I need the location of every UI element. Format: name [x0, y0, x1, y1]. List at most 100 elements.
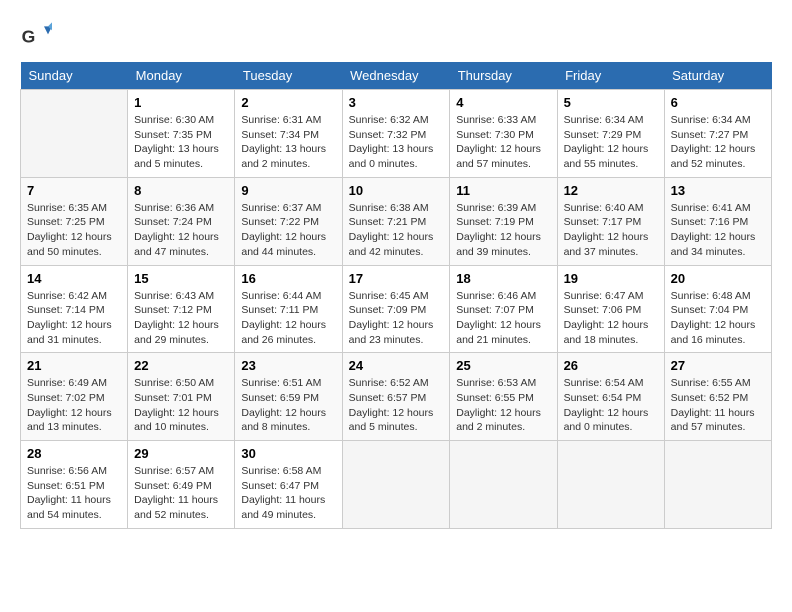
calendar-cell: 23 Sunrise: 6:51 AM Sunset: 6:59 PM Dayli…	[235, 353, 342, 441]
calendar-cell: 21Sunrise: 6:49 AM Sunset: 7:02 PM Dayli…	[21, 353, 128, 441]
day-info: Sunrise: 6:32 AM Sunset: 7:32 PM Dayligh…	[349, 113, 444, 172]
day-number: 5	[564, 95, 658, 110]
day-info: Sunrise: 6:43 AM Sunset: 7:12 PM Dayligh…	[134, 289, 228, 348]
day-info: Sunrise: 6:48 AM Sunset: 7:04 PM Dayligh…	[671, 289, 765, 348]
day-header-saturday: Saturday	[664, 62, 771, 90]
day-info: Sunrise: 6:46 AM Sunset: 7:07 PM Dayligh…	[456, 289, 550, 348]
day-number: 13	[671, 183, 765, 198]
day-info: Sunrise: 6:42 AM Sunset: 7:14 PM Dayligh…	[27, 289, 121, 348]
calendar-week-2: 7 Sunrise: 6:35 AM Sunset: 7:25 PM Daylig…	[21, 177, 772, 265]
day-number: 21	[27, 358, 121, 373]
day-info: Sunrise: 6:53 AM Sunset: 6:55 PM Dayligh…	[456, 376, 550, 435]
day-info: Sunrise: 6:51 AM Sunset: 6:59 PM Dayligh…	[241, 376, 335, 435]
calendar-cell: 27 Sunrise: 6:55 AM Sunset: 6:52 PM Dayli…	[664, 353, 771, 441]
calendar-cell: 30Sunrise: 6:58 AM Sunset: 6:47 PM Dayli…	[235, 441, 342, 529]
day-number: 27	[671, 358, 765, 373]
calendar-week-3: 14 Sunrise: 6:42 AM Sunset: 7:14 PM Dayli…	[21, 265, 772, 353]
calendar-cell: 12 Sunrise: 6:40 AM Sunset: 7:17 PM Dayli…	[557, 177, 664, 265]
day-header-sunday: Sunday	[21, 62, 128, 90]
day-header-friday: Friday	[557, 62, 664, 90]
day-number: 23	[241, 358, 335, 373]
calendar-cell: 7 Sunrise: 6:35 AM Sunset: 7:25 PM Daylig…	[21, 177, 128, 265]
day-info: Sunrise: 6:38 AM Sunset: 7:21 PM Dayligh…	[349, 201, 444, 260]
calendar-cell: 29 Sunrise: 6:57 AM Sunset: 6:49 PM Dayli…	[128, 441, 235, 529]
day-info: Sunrise: 6:45 AM Sunset: 7:09 PM Dayligh…	[349, 289, 444, 348]
calendar-cell: 14 Sunrise: 6:42 AM Sunset: 7:14 PM Dayli…	[21, 265, 128, 353]
day-info: Sunrise: 6:57 AM Sunset: 6:49 PM Dayligh…	[134, 464, 228, 523]
day-info: Sunrise: 6:31 AM Sunset: 7:34 PM Dayligh…	[241, 113, 335, 172]
day-number: 8	[134, 183, 228, 198]
day-number: 24	[349, 358, 444, 373]
day-header-thursday: Thursday	[450, 62, 557, 90]
calendar-cell: 11 Sunrise: 6:39 AM Sunset: 7:19 PM Dayli…	[450, 177, 557, 265]
calendar-cell: 9 Sunrise: 6:37 AM Sunset: 7:22 PM Daylig…	[235, 177, 342, 265]
day-info: Sunrise: 6:40 AM Sunset: 7:17 PM Dayligh…	[564, 201, 658, 260]
day-info: Sunrise: 6:54 AM Sunset: 6:54 PM Dayligh…	[564, 376, 658, 435]
day-number: 9	[241, 183, 335, 198]
calendar-cell: 5Sunrise: 6:34 AM Sunset: 7:29 PM Daylig…	[557, 90, 664, 178]
calendar-cell: 19Sunrise: 6:47 AM Sunset: 7:06 PM Dayli…	[557, 265, 664, 353]
day-info: Sunrise: 6:52 AM Sunset: 6:57 PM Dayligh…	[349, 376, 444, 435]
day-number: 25	[456, 358, 550, 373]
calendar-cell: 16 Sunrise: 6:44 AM Sunset: 7:11 PM Dayli…	[235, 265, 342, 353]
day-header-monday: Monday	[128, 62, 235, 90]
day-info: Sunrise: 6:30 AM Sunset: 7:35 PM Dayligh…	[134, 113, 228, 172]
logo: G	[20, 20, 56, 52]
calendar-week-4: 21Sunrise: 6:49 AM Sunset: 7:02 PM Dayli…	[21, 353, 772, 441]
day-info: Sunrise: 6:50 AM Sunset: 7:01 PM Dayligh…	[134, 376, 228, 435]
day-header-wednesday: Wednesday	[342, 62, 450, 90]
day-number: 11	[456, 183, 550, 198]
calendar-week-5: 28 Sunrise: 6:56 AM Sunset: 6:51 PM Dayli…	[21, 441, 772, 529]
page-header: G	[20, 20, 772, 52]
day-number: 4	[456, 95, 550, 110]
day-info: Sunrise: 6:34 AM Sunset: 7:27 PM Dayligh…	[671, 113, 765, 172]
day-info: Sunrise: 6:36 AM Sunset: 7:24 PM Dayligh…	[134, 201, 228, 260]
day-info: Sunrise: 6:47 AM Sunset: 7:06 PM Dayligh…	[564, 289, 658, 348]
calendar-cell	[557, 441, 664, 529]
calendar-cell: 22 Sunrise: 6:50 AM Sunset: 7:01 PM Dayli…	[128, 353, 235, 441]
calendar-cell: 8 Sunrise: 6:36 AM Sunset: 7:24 PM Daylig…	[128, 177, 235, 265]
calendar-cell: 20 Sunrise: 6:48 AM Sunset: 7:04 PM Dayli…	[664, 265, 771, 353]
day-number: 14	[27, 271, 121, 286]
calendar-cell: 17Sunrise: 6:45 AM Sunset: 7:09 PM Dayli…	[342, 265, 450, 353]
day-number: 6	[671, 95, 765, 110]
day-number: 2	[241, 95, 335, 110]
day-number: 16	[241, 271, 335, 286]
day-info: Sunrise: 6:41 AM Sunset: 7:16 PM Dayligh…	[671, 201, 765, 260]
calendar: SundayMondayTuesdayWednesdayThursdayFrid…	[20, 62, 772, 529]
day-number: 26	[564, 358, 658, 373]
day-number: 10	[349, 183, 444, 198]
day-info: Sunrise: 6:55 AM Sunset: 6:52 PM Dayligh…	[671, 376, 765, 435]
day-number: 29	[134, 446, 228, 461]
calendar-cell: 18Sunrise: 6:46 AM Sunset: 7:07 PM Dayli…	[450, 265, 557, 353]
calendar-cell	[664, 441, 771, 529]
day-number: 7	[27, 183, 121, 198]
day-info: Sunrise: 6:37 AM Sunset: 7:22 PM Dayligh…	[241, 201, 335, 260]
calendar-cell: 13 Sunrise: 6:41 AM Sunset: 7:16 PM Dayli…	[664, 177, 771, 265]
day-info: Sunrise: 6:44 AM Sunset: 7:11 PM Dayligh…	[241, 289, 335, 348]
calendar-week-1: 1Sunrise: 6:30 AM Sunset: 7:35 PM Daylig…	[21, 90, 772, 178]
day-info: Sunrise: 6:35 AM Sunset: 7:25 PM Dayligh…	[27, 201, 121, 260]
calendar-cell	[342, 441, 450, 529]
day-number: 15	[134, 271, 228, 286]
calendar-cell	[450, 441, 557, 529]
calendar-cell: 10 Sunrise: 6:38 AM Sunset: 7:21 PM Dayli…	[342, 177, 450, 265]
calendar-cell: 4Sunrise: 6:33 AM Sunset: 7:30 PM Daylig…	[450, 90, 557, 178]
calendar-cell: 25 Sunrise: 6:53 AM Sunset: 6:55 PM Dayli…	[450, 353, 557, 441]
day-number: 28	[27, 446, 121, 461]
day-number: 12	[564, 183, 658, 198]
calendar-cell: 1Sunrise: 6:30 AM Sunset: 7:35 PM Daylig…	[128, 90, 235, 178]
day-number: 20	[671, 271, 765, 286]
day-info: Sunrise: 6:56 AM Sunset: 6:51 PM Dayligh…	[27, 464, 121, 523]
calendar-cell: 2 Sunrise: 6:31 AM Sunset: 7:34 PM Daylig…	[235, 90, 342, 178]
day-number: 22	[134, 358, 228, 373]
calendar-cell: 24 Sunrise: 6:52 AM Sunset: 6:57 PM Dayli…	[342, 353, 450, 441]
day-info: Sunrise: 6:39 AM Sunset: 7:19 PM Dayligh…	[456, 201, 550, 260]
calendar-cell: 6 Sunrise: 6:34 AM Sunset: 7:27 PM Daylig…	[664, 90, 771, 178]
svg-text:G: G	[22, 26, 36, 46]
calendar-cell: 26 Sunrise: 6:54 AM Sunset: 6:54 PM Dayli…	[557, 353, 664, 441]
calendar-cell: 28 Sunrise: 6:56 AM Sunset: 6:51 PM Dayli…	[21, 441, 128, 529]
calendar-cell: 15 Sunrise: 6:43 AM Sunset: 7:12 PM Dayli…	[128, 265, 235, 353]
calendar-cell	[21, 90, 128, 178]
logo-icon: G	[20, 20, 52, 52]
